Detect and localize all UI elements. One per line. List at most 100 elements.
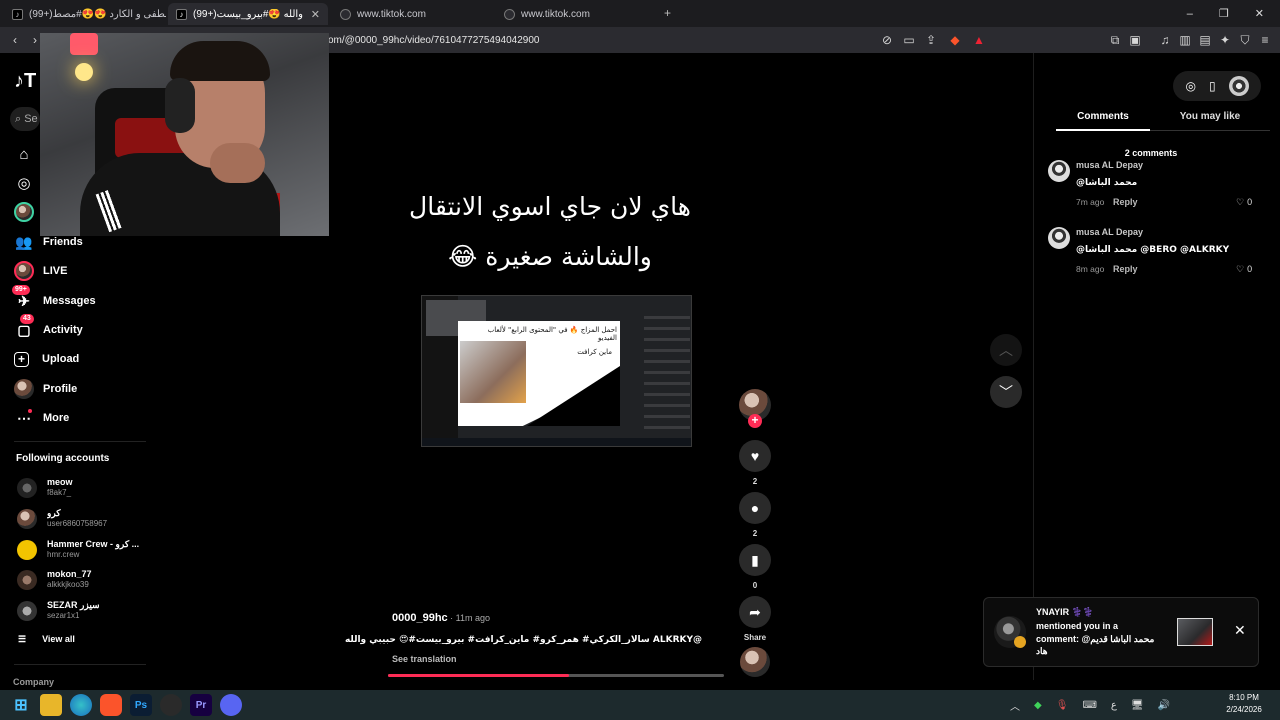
company-link[interactable]: Company — [13, 677, 54, 687]
music-disc-icon[interactable] — [740, 647, 770, 677]
language-indicator[interactable]: ع — [1111, 700, 1117, 711]
microphone-icon[interactable]: 🎙 — [1056, 700, 1069, 711]
activity-icon: ▢ 43 — [14, 314, 34, 340]
sidebar-item-live[interactable]: LIVE — [14, 260, 67, 282]
next-video-button[interactable]: ﹀ — [990, 376, 1022, 408]
share-label: Share — [743, 633, 767, 642]
commenter-name[interactable]: musa AL Depay — [1076, 160, 1143, 170]
comment-like-button[interactable]: ♡ 0 — [1236, 197, 1252, 208]
comment-text: @محمد الباشا — [1076, 178, 1138, 188]
sidebar-item-messages[interactable]: ✈ 99+ Messages — [12, 285, 96, 312]
sidebar-item-label: LIVE — [43, 265, 68, 277]
obs-icon[interactable] — [160, 694, 182, 716]
tray-app-icon[interactable]: ◆ — [1034, 700, 1042, 711]
browser-tab-2-active[interactable]: ♪ (99+)حبيبي والله 😍#بيرو_بيست #... ✕ — [168, 3, 328, 25]
file-explorer-icon[interactable] — [40, 694, 62, 716]
following-avatar-icon[interactable] — [14, 202, 34, 222]
view-all-link[interactable]: ☰ View all — [18, 634, 75, 645]
tab-comments[interactable]: Comments — [1056, 111, 1150, 122]
browser-tab-3[interactable]: www.tiktok.com — [332, 3, 492, 25]
volume-icon[interactable]: 🔊 — [1158, 700, 1170, 711]
edge-icon[interactable] — [70, 694, 92, 716]
extensions-icon[interactable]: ⧉ — [1108, 33, 1122, 47]
taskbar-clock[interactable]: 8:10 PM 2/24/2026 — [1224, 692, 1264, 716]
user-avatar[interactable] — [1228, 76, 1249, 96]
sidebar-item-label: Activity — [43, 324, 83, 336]
share-arrow-icon: ➦ — [749, 603, 761, 620]
tab-you-may-like[interactable]: You may like — [1150, 111, 1270, 122]
tray-chevron-up-icon[interactable]: ︿ — [1010, 698, 1020, 713]
commenter-avatar[interactable] — [1048, 160, 1070, 182]
explore-icon[interactable]: ◎ — [14, 173, 34, 193]
menu-icon[interactable]: ≡ — [1258, 33, 1272, 47]
new-tab-button[interactable]: + — [664, 6, 671, 20]
sidebar-item-profile[interactable]: Profile — [14, 378, 77, 400]
compass-icon[interactable]: ◎ — [1185, 79, 1195, 93]
phone-icon[interactable]: ▯ — [1209, 79, 1216, 93]
following-account[interactable]: SEZAR سيزر sezar1x1 — [17, 597, 147, 625]
tracking-off-icon[interactable]: ⊘ — [880, 33, 894, 47]
previous-video-button[interactable]: ︿ — [990, 334, 1022, 366]
wallet-icon[interactable]: ▤ — [1198, 33, 1212, 47]
toast-thumbnail — [1177, 618, 1213, 646]
see-translation-link[interactable]: See translation — [392, 654, 457, 664]
photoshop-icon[interactable]: Ps — [130, 694, 152, 716]
restore-icon[interactable]: ❐ — [1219, 7, 1229, 20]
following-account[interactable]: meow f8ak7_ — [17, 474, 147, 502]
media-icon[interactable]: ♫ — [1158, 33, 1172, 47]
inner-taskbar — [422, 438, 691, 446]
save-button[interactable]: ▮ — [739, 544, 771, 576]
sidebar-toggle-icon[interactable]: ▥ — [1178, 33, 1192, 47]
cast-icon[interactable]: ▭ — [902, 33, 916, 47]
following-account[interactable]: كرو user6860758967 — [17, 505, 147, 533]
reply-button[interactable]: Reply — [1113, 197, 1138, 207]
brave-shields-icon[interactable]: ◆ — [948, 33, 962, 47]
minimize-icon[interactable]: – — [1187, 8, 1193, 20]
browser-tab-4[interactable]: www.tiktok.com — [496, 3, 656, 25]
share-button[interactable]: ➦ — [739, 596, 771, 628]
notifier-badge-icon — [1014, 636, 1026, 648]
comment-item: musa AL Depay @محمد الباشا 7m ago Reply … — [1048, 160, 1258, 220]
share-page-icon[interactable]: ⇪ — [924, 33, 938, 47]
comment-button[interactable]: ● — [739, 492, 771, 524]
post-author[interactable]: 0000_99hc · 11m ago — [392, 612, 490, 624]
follow-plus-icon[interactable]: + — [748, 414, 762, 428]
toast-close-icon[interactable]: ✕ — [1234, 622, 1246, 639]
screenshot-icon[interactable]: ▣ — [1128, 33, 1142, 47]
webcam-person-hair — [170, 41, 270, 81]
keyboard-icon[interactable]: ⌨ — [1082, 700, 1096, 711]
reply-button[interactable]: Reply — [1113, 264, 1138, 274]
sidebar-item-more[interactable]: ⋯ More — [14, 407, 69, 429]
brave-icon[interactable] — [100, 694, 122, 716]
search-button[interactable]: ⌕ Se — [10, 107, 40, 131]
vpn-icon[interactable]: ⛉ — [1238, 33, 1252, 47]
browser-tab-1[interactable]: ♪ (99+)مصطفى و الكارد 😍😍#مصط... — [4, 3, 166, 25]
back-icon[interactable]: ‹ — [8, 33, 22, 47]
brave-rewards-icon[interactable]: ▲ — [972, 33, 986, 47]
video-progress-bar[interactable] — [388, 674, 724, 677]
like-button[interactable]: ♥ — [739, 440, 771, 472]
premiere-icon[interactable]: Pr — [190, 694, 212, 716]
discord-icon[interactable] — [220, 694, 242, 716]
following-account[interactable]: Hammer Crew - كرو ... hmr.crew — [17, 536, 147, 564]
window-close-icon[interactable]: ✕ — [1255, 7, 1264, 20]
sidebar-item-activity[interactable]: ▢ 43 Activity — [14, 314, 83, 341]
commenter-name[interactable]: musa AL Depay — [1076, 227, 1143, 237]
leo-ai-icon[interactable]: ✦ — [1218, 33, 1232, 47]
account-avatar — [17, 540, 37, 560]
commenter-avatar[interactable] — [1048, 227, 1070, 249]
heart-outline-icon: ♡ — [1236, 264, 1245, 274]
comment-like-button[interactable]: ♡ 0 — [1236, 264, 1252, 275]
tab-close-icon[interactable]: ✕ — [311, 8, 320, 21]
windows-start-icon[interactable]: ⊞ — [10, 694, 32, 716]
following-account[interactable]: mokon_77 alkkkjkoo39 — [17, 566, 147, 594]
tab-title: www.tiktok.com — [521, 8, 590, 20]
account-avatar — [17, 601, 37, 621]
network-icon[interactable]: 🖥 — [1131, 700, 1144, 711]
search-placeholder: Se — [24, 113, 38, 125]
address-bar[interactable]: om/@0000_99hc/video/7610477275494042900 — [300, 30, 1000, 50]
home-icon[interactable]: ⌂ — [14, 144, 34, 164]
notification-toast[interactable]: YNAYIR ⚕️⚕️ mentioned you in a comment: … — [983, 597, 1259, 667]
sidebar-item-upload[interactable]: + Upload — [14, 348, 79, 370]
tiktok-logo[interactable]: ♪T — [14, 70, 36, 93]
